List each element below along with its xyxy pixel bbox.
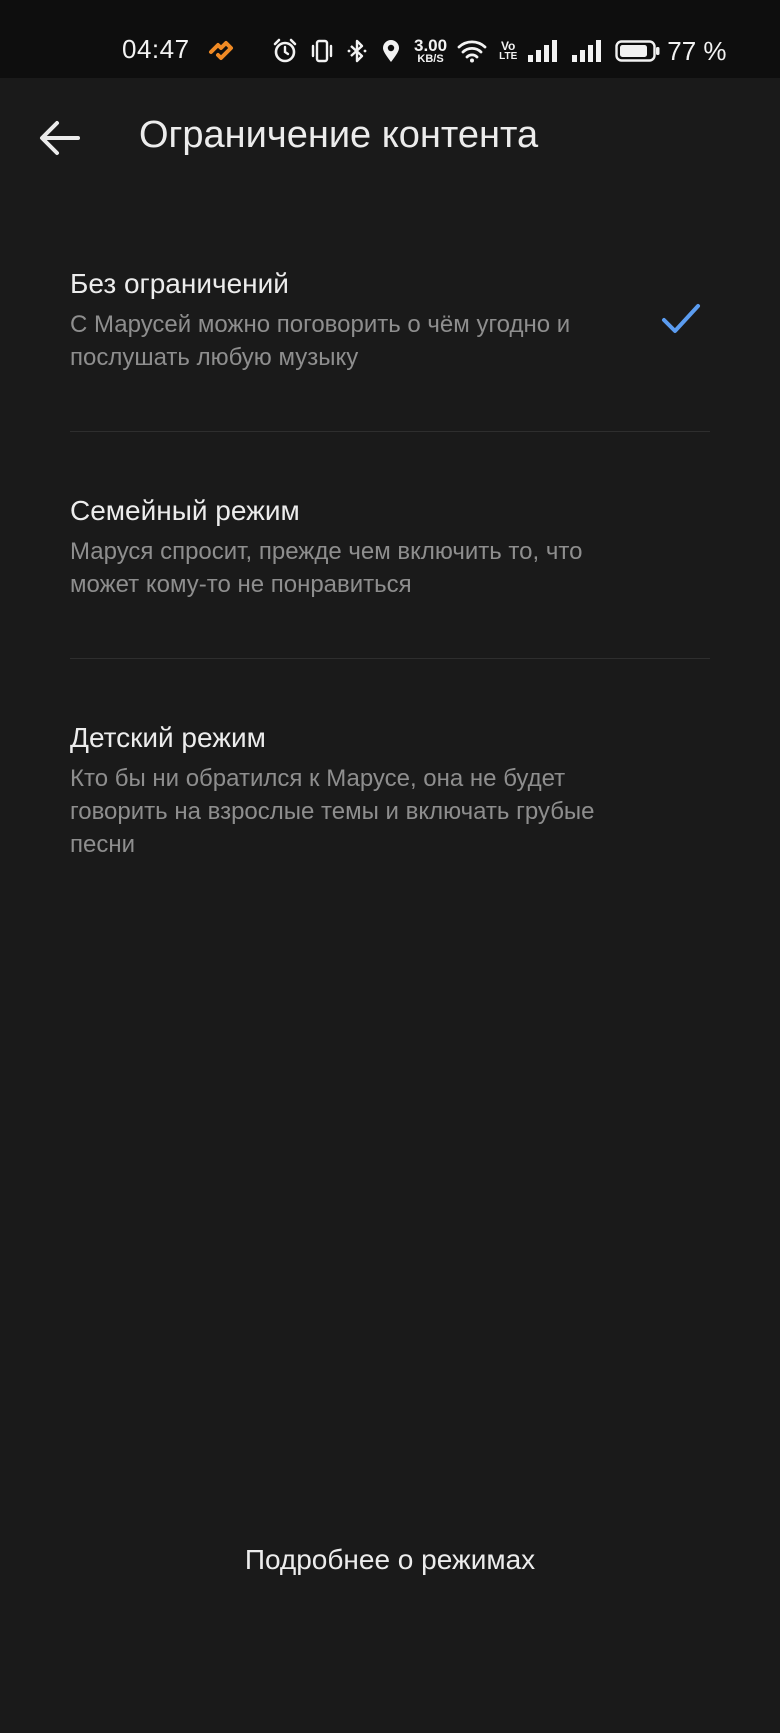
- status-icons: 3.00 KB/S Vo LTE 77 %: [272, 34, 727, 68]
- network-speed: 3.00 KB/S: [414, 36, 448, 65]
- signal-icon: [527, 39, 559, 63]
- option-family-mode[interactable]: Семейный режим Маруся спросит, прежде че…: [0, 477, 780, 657]
- page-title: Ограничение контента: [139, 114, 539, 156]
- option-description: Кто бы ни обратился к Марусе, она не буд…: [70, 765, 595, 858]
- option-description: С Марусей можно поговорить о чём угодно …: [70, 311, 571, 371]
- option-kids-mode[interactable]: Детский режим Кто бы ни обратился к Мару…: [0, 704, 780, 874]
- option-title: Семейный режим: [70, 495, 300, 526]
- option-title: Детский режим: [70, 722, 266, 753]
- option-title: Без ограничений: [70, 268, 289, 299]
- divider: [70, 658, 710, 659]
- alarm-icon: [272, 38, 298, 64]
- option-no-restrictions[interactable]: Без ограничений С Марусей можно поговори…: [0, 250, 780, 430]
- battery-icon: [615, 39, 661, 63]
- battery-percent: 77 %: [667, 35, 727, 66]
- volte-indicator: Vo LTE: [499, 39, 518, 62]
- check-icon: [662, 304, 700, 333]
- back-button[interactable]: [30, 108, 90, 168]
- app-notification-icon: [209, 41, 233, 60]
- app-bar: Ограничение контента: [0, 78, 780, 198]
- status-time: 04:47: [122, 34, 190, 64]
- vibrate-icon: [310, 38, 334, 64]
- location-icon: [380, 38, 402, 64]
- status-bar: 04:47 3.00 KB/S Vo LTE 77 %: [0, 0, 780, 78]
- arrow-left-icon: [40, 121, 80, 155]
- signal-icon-2: [571, 39, 603, 63]
- wifi-icon: [457, 39, 487, 63]
- bluetooth-icon: [346, 38, 368, 64]
- more-about-modes-link[interactable]: Подробнее о режимах: [0, 1544, 780, 1576]
- option-description: Маруся спросит, прежде чем включить то, …: [70, 538, 583, 598]
- divider: [70, 431, 710, 432]
